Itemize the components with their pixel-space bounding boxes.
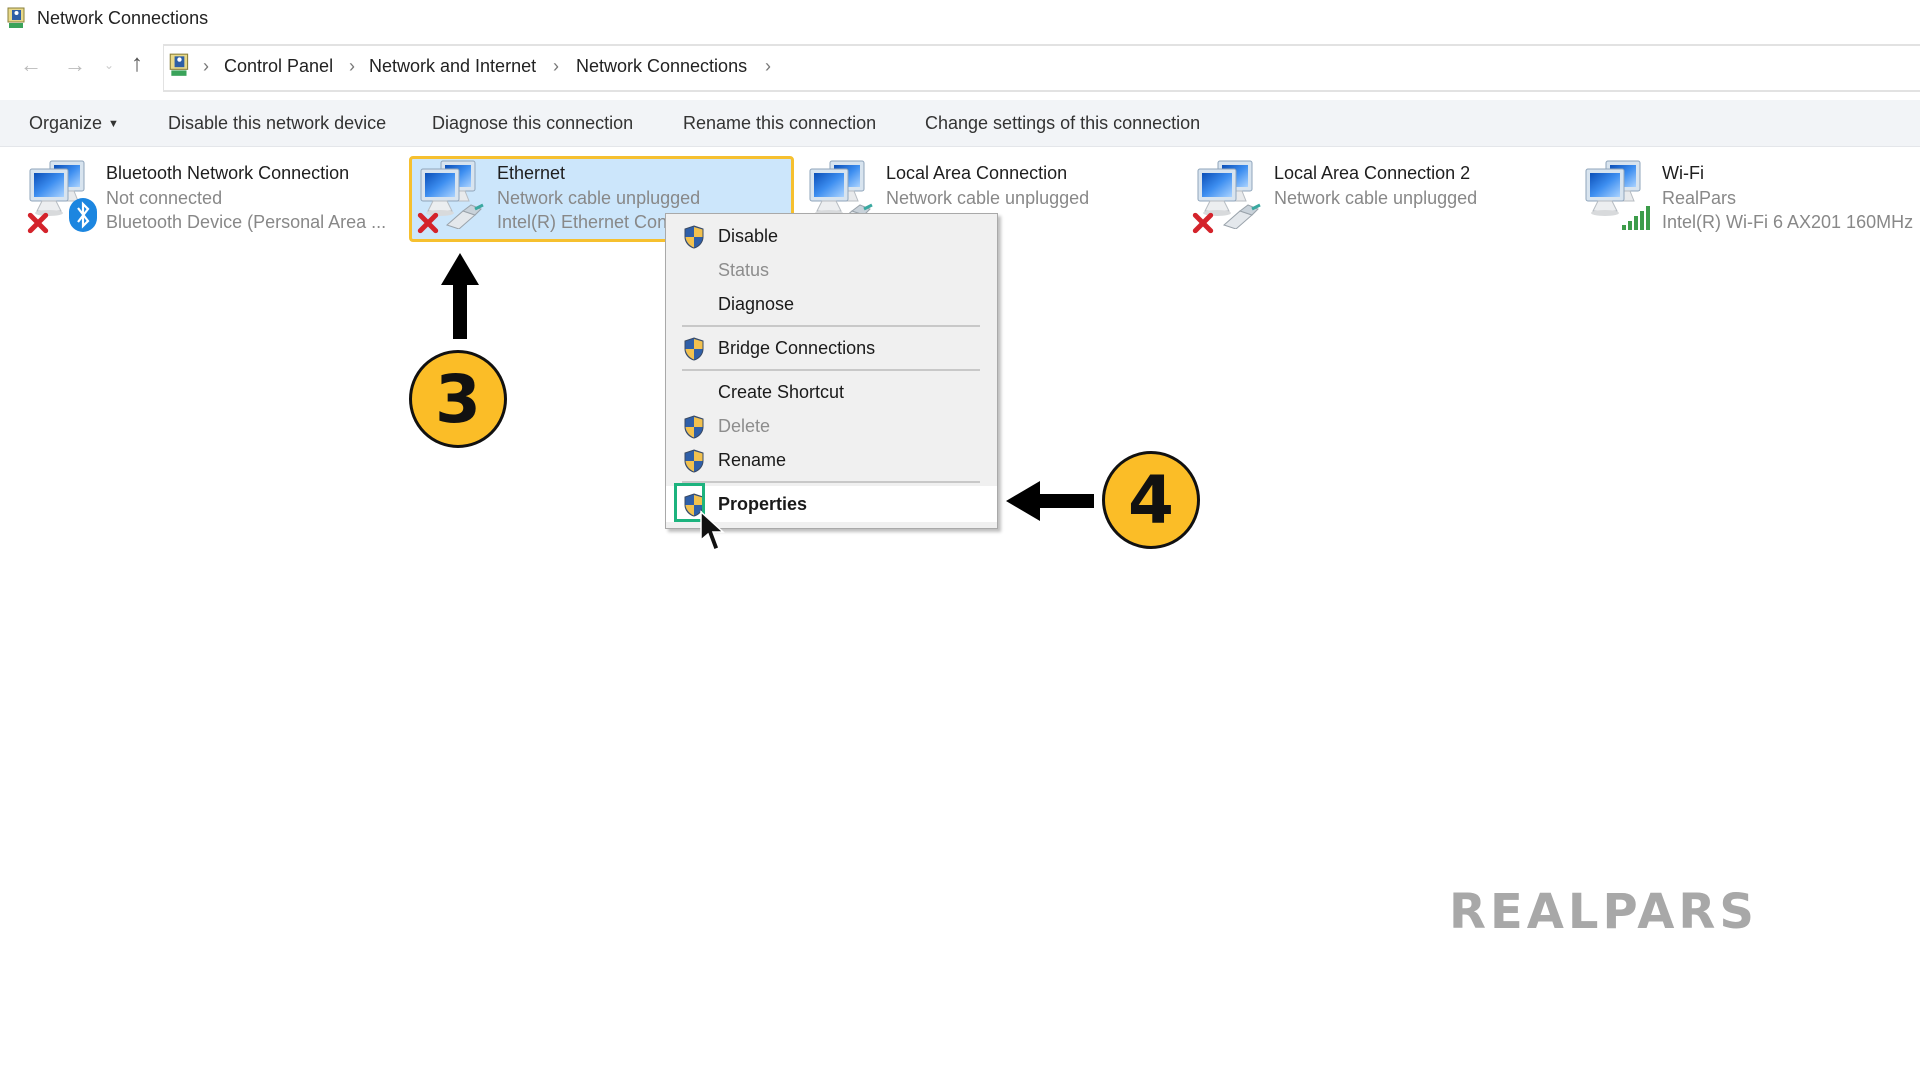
disable-device-button[interactable]: Disable this network device bbox=[168, 113, 386, 134]
connection-status: RealPars bbox=[1662, 187, 1737, 208]
connection-name: Bluetooth Network Connection bbox=[106, 163, 350, 183]
up-button[interactable]: ↑ bbox=[131, 50, 143, 78]
connection-name: Wi-Fi bbox=[1662, 163, 1704, 183]
bluetooth-icon bbox=[69, 198, 97, 232]
connection-device: Bluetooth Device (Personal Area ... bbox=[106, 212, 387, 232]
connection-status: Network cable unplugged bbox=[1274, 187, 1478, 208]
connection-item-bluetooth[interactable]: Bluetooth Network Connection Not connect… bbox=[24, 157, 404, 239]
breadcrumb-network-and-internet[interactable]: Network and Internet bbox=[369, 56, 536, 77]
connection-item-wifi[interactable]: Wi-Fi RealPars Intel(R) Wi-Fi 6 AX201 16… bbox=[1580, 157, 1920, 239]
step-badge-3: 3 bbox=[409, 350, 507, 448]
breadcrumb-separator[interactable]: › bbox=[765, 56, 771, 77]
ethernet-cable-icon bbox=[445, 203, 485, 229]
title-bar bbox=[0, 0, 1920, 38]
realpars-logo: REALPARS bbox=[1449, 884, 1758, 940]
rename-connection-button[interactable]: Rename this connection bbox=[683, 113, 876, 134]
ethernet-cable-icon bbox=[1222, 203, 1262, 229]
change-settings-button[interactable]: Change settings of this connection bbox=[925, 113, 1200, 134]
menu-item-bridge-connections[interactable]: Bridge Connections bbox=[666, 332, 997, 364]
menu-item-create-shortcut[interactable]: Create Shortcut bbox=[666, 376, 997, 408]
arrow-up-annotation-icon bbox=[441, 253, 479, 339]
uac-shield-icon bbox=[683, 415, 705, 439]
wifi-signal-icon bbox=[1622, 206, 1650, 230]
uac-shield-icon bbox=[683, 337, 705, 361]
menu-item-diagnose[interactable]: Diagnose bbox=[666, 288, 997, 320]
connection-item-local-area-2[interactable]: Local Area Connection 2 Network cable un… bbox=[1192, 157, 1572, 239]
menu-separator bbox=[682, 325, 980, 327]
breadcrumb-separator[interactable]: › bbox=[553, 56, 559, 77]
connection-name: Ethernet bbox=[497, 163, 566, 183]
caret-down-icon: ▼ bbox=[108, 118, 119, 130]
step-badge-4: 4 bbox=[1102, 451, 1200, 549]
window-title: Network Connections bbox=[37, 8, 209, 28]
uac-shield-icon bbox=[683, 449, 705, 473]
menu-item-disable[interactable]: Disable bbox=[666, 220, 997, 252]
connection-status: Network cable unplugged bbox=[886, 187, 1090, 208]
error-x-icon bbox=[27, 212, 49, 234]
menu-item-status[interactable]: Status bbox=[666, 254, 997, 286]
organize-label: Organize bbox=[29, 113, 103, 133]
error-x-icon bbox=[1192, 212, 1214, 234]
connection-status: Not connected bbox=[106, 187, 223, 208]
breadcrumb-control-panel[interactable]: Control Panel bbox=[224, 56, 333, 77]
connection-device: Intel(R) Wi-Fi 6 AX201 160MHz bbox=[1662, 212, 1914, 232]
menu-item-delete[interactable]: Delete bbox=[666, 410, 997, 442]
network-connections-icon bbox=[7, 7, 25, 28]
connection-status: Network cable unplugged bbox=[497, 187, 701, 208]
recent-locations-button[interactable]: ⌄ bbox=[104, 58, 114, 72]
menu-item-rename[interactable]: Rename bbox=[666, 444, 997, 476]
arrow-left-annotation-icon bbox=[1006, 481, 1094, 521]
diagnose-connection-button[interactable]: Diagnose this connection bbox=[432, 113, 633, 134]
breadcrumb-separator[interactable]: › bbox=[349, 56, 355, 77]
context-menu: Disable Status Diagnose Bridge Connectio… bbox=[665, 213, 998, 529]
mouse-cursor-icon bbox=[700, 510, 725, 551]
organize-button[interactable]: Organize ▼ bbox=[29, 113, 119, 134]
error-x-icon bbox=[417, 212, 439, 234]
back-button[interactable]: ← bbox=[20, 52, 42, 78]
breadcrumb-network-connections[interactable]: Network Connections bbox=[576, 56, 747, 77]
connection-name: Local Area Connection bbox=[886, 163, 1068, 183]
uac-shield-icon bbox=[683, 225, 705, 249]
menu-separator bbox=[682, 369, 980, 371]
breadcrumb-separator[interactable]: › bbox=[203, 56, 209, 77]
menu-separator bbox=[682, 481, 980, 483]
connection-name: Local Area Connection 2 bbox=[1274, 163, 1471, 183]
control-panel-icon bbox=[169, 53, 189, 76]
forward-button[interactable]: → bbox=[64, 52, 86, 78]
